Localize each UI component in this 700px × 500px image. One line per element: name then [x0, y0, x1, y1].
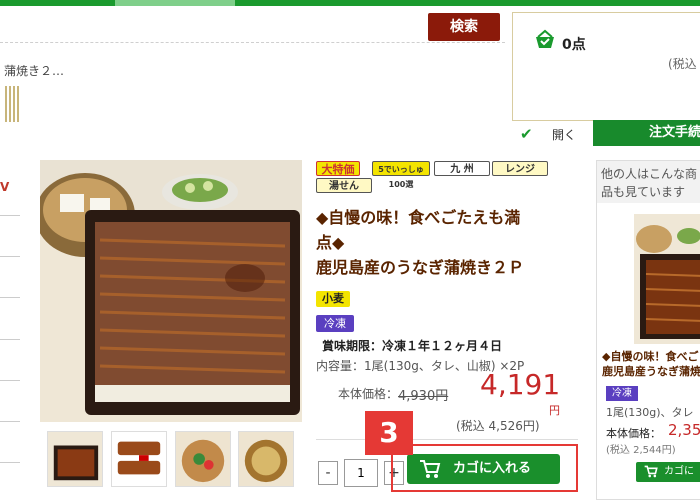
search-button[interactable]: 検索 [428, 13, 500, 41]
left-nav-divider [0, 421, 20, 422]
recommend-add-to-cart-button[interactable]: カゴに [636, 462, 700, 482]
thumbnail-4[interactable] [238, 431, 294, 487]
recommend-product-image[interactable] [634, 214, 700, 344]
basket-icon [536, 29, 554, 48]
thumbnail-1[interactable] [47, 431, 103, 487]
recommend-title[interactable]: ◆自慢の味！食べご 鹿児島産うなぎ蒲焼 [602, 349, 700, 379]
thumbnail-2[interactable] [111, 431, 167, 487]
cart-icon [644, 465, 658, 478]
quantity-input[interactable] [344, 459, 378, 487]
recommend-add-label: カゴに [664, 466, 694, 477]
badge-microwave: レンジ [492, 161, 548, 176]
left-nav-divider [0, 297, 20, 298]
recommend-tax: (税込 2,544円) [606, 445, 676, 456]
highlight-box [391, 444, 578, 492]
expiry-text: 賞味期限：冷凍１年１２ヶ月４日 [322, 339, 503, 353]
left-nav-divider [0, 215, 20, 216]
price-currency: 円 [549, 404, 560, 417]
left-nav-divider [0, 339, 20, 340]
quantity-decrease-button[interactable]: - [318, 461, 338, 485]
cart-open-button[interactable]: ✔ 開く [512, 120, 593, 147]
price-with-tax: (税込 4,526円) [456, 419, 540, 433]
checkout-button[interactable]: 注文手続 [593, 120, 700, 146]
sale-price: 4,191 [480, 368, 561, 401]
badge-boil: 湯せん [316, 178, 372, 193]
cart-tax-note: (税込 [668, 57, 697, 71]
product-title-line: 点◆ [316, 233, 345, 252]
badge-ranking: 5でいっしゅ100選 [372, 161, 430, 189]
divider [316, 439, 578, 440]
left-nav-mark[interactable]: V [0, 180, 9, 194]
price-label: 本体価格： [338, 387, 399, 401]
recommend-storage-badge: 冷凍 [606, 386, 638, 401]
product-title-line: 鹿児島産のうなぎ蒲焼き２Ｐ [316, 258, 525, 277]
step-number-badge: 3 [365, 411, 413, 455]
original-price: 4,930円 [398, 389, 449, 404]
left-nav-divider [0, 380, 20, 381]
breadcrumb[interactable]: 蒲焼き２… [4, 62, 64, 79]
chevron-down-icon: ✔ [520, 125, 533, 143]
badge-special-price: 大特価 [316, 161, 360, 176]
cart-open-label: 開く [552, 128, 577, 142]
recommend-content: 1尾(130g)、タレ [606, 406, 694, 419]
product-title: ◆自慢の味！食べごたえも満 点◆ 鹿児島産のうなぎ蒲焼き２Ｐ [316, 205, 576, 280]
recommend-price-label: 本体価格： [606, 427, 661, 440]
recommend-title-line: ◆自慢の味！食べご [602, 350, 699, 363]
recommend-title-line: 鹿児島産うなぎ蒲焼 [602, 365, 700, 378]
thumbnail-3[interactable] [175, 431, 231, 487]
recommend-heading: 他の人はこんな商品も見ています [601, 167, 698, 199]
product-title-line: ◆自慢の味！食べごたえも満 [316, 208, 521, 227]
breadcrumb-decoration [5, 86, 21, 122]
storage-badge: 冷凍 [316, 315, 354, 332]
badge-region: 九 州 [434, 161, 490, 176]
active-tab-indicator[interactable] [115, 0, 235, 6]
left-nav-divider [0, 256, 20, 257]
product-main-image[interactable] [40, 160, 302, 422]
cart-count: 0点 [562, 37, 586, 53]
top-nav-bar [0, 0, 700, 6]
allergen-badge: 小麦 [316, 291, 350, 307]
recommend-price: 2,35 [668, 421, 700, 439]
left-nav-divider [0, 462, 20, 463]
